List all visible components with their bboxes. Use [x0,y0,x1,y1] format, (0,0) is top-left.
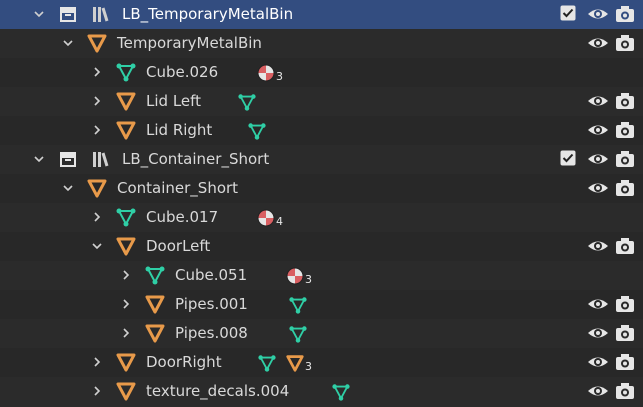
collection-box-icon [60,7,76,22]
empty-object-icon [116,92,136,111]
camera-icon[interactable] [615,178,635,198]
chevron-right-icon[interactable] [120,298,132,310]
eye-icon[interactable] [587,382,609,400]
camera-icon[interactable] [615,120,635,140]
chevron-right-icon[interactable] [91,124,103,136]
outliner-row-collection[interactable]: LB_Container_Short [0,145,643,174]
empty-object-icon [116,382,136,401]
mesh-data-icon[interactable] [257,353,277,373]
eye-icon[interactable] [587,324,609,342]
chevron-down-icon[interactable] [33,153,45,165]
chevron-right-icon[interactable] [91,95,103,107]
outliner-row-label: DoorRight [146,353,222,371]
chevron-right-icon[interactable] [91,385,103,397]
mesh-data-icon[interactable] [288,295,308,315]
mesh-data-icon[interactable] [331,382,351,402]
material-count-badge: 3 [276,70,283,83]
camera-icon[interactable] [615,4,635,24]
material-icon[interactable] [256,63,276,83]
empty-object-icon [145,324,165,343]
chevron-right-icon[interactable] [120,269,132,281]
mesh-data-icon[interactable] [247,121,267,141]
camera-icon[interactable] [615,352,635,372]
chevron-right-icon[interactable] [120,327,132,339]
material-icon[interactable] [256,208,276,228]
eye-icon[interactable] [587,34,609,52]
camera-icon[interactable] [615,91,635,111]
outliner-panel: LB_TemporaryMetalBin TemporaryMetalBin C… [0,0,643,407]
chevron-down-icon[interactable] [91,240,103,252]
chevron-right-icon[interactable] [91,66,103,78]
camera-icon[interactable] [615,149,635,169]
outliner-row-object[interactable]: Cube.017 4 [0,203,643,232]
outliner-row-label: DoorLeft [146,237,211,255]
outliner-row-label: Lid Left [146,92,202,110]
outliner-row-object[interactable]: Lid Left [0,87,643,116]
mesh-icon [145,266,165,285]
mesh-icon [116,208,136,227]
chevron-down-icon[interactable] [33,8,45,20]
empty-object-icon [87,179,107,198]
camera-icon[interactable] [615,33,635,53]
outliner-row-label: LB_Container_Short [122,150,270,168]
outliner-row-label: Pipes.008 [175,324,248,342]
outliner-row-label: TemporaryMetalBin [117,34,262,52]
outliner-row-object[interactable]: texture_decals.004 [0,377,643,407]
outliner-row-object[interactable]: Cube.026 3 [0,58,643,87]
outliner-row-label: Cube.017 [146,208,219,226]
outliner-row-object[interactable]: Pipes.001 [0,290,643,319]
checkbox-icon[interactable] [560,5,576,21]
empty-object-icon [116,353,136,372]
eye-icon[interactable] [587,295,609,313]
eye-icon[interactable] [587,121,609,139]
outliner-row-object[interactable]: DoorLeft [0,232,643,261]
mesh-icon [116,63,136,82]
empty-object-icon [116,237,136,256]
outliner-row-label: Container_Short [117,179,239,197]
chevron-right-icon[interactable] [91,356,103,368]
outliner-row-label: Lid Right [146,121,213,139]
camera-icon[interactable] [615,236,635,256]
empty-children-icon[interactable] [285,353,305,373]
outliner-row-object[interactable]: Container_Short [0,174,643,203]
outliner-row-collection[interactable]: LB_TemporaryMetalBin [0,0,643,29]
chevron-down-icon[interactable] [62,182,74,194]
library-override-icon [93,152,109,167]
eye-icon[interactable] [587,353,609,371]
eye-icon[interactable] [587,150,609,168]
outliner-row-label: LB_TemporaryMetalBin [122,5,294,23]
material-icon[interactable] [285,266,305,286]
mesh-data-icon[interactable] [237,92,257,112]
material-count-badge: 3 [305,273,312,286]
outliner-row-object[interactable]: TemporaryMetalBin [0,29,643,58]
empty-object-icon [116,121,136,140]
mesh-data-icon[interactable] [288,324,308,344]
outliner-row-label: texture_decals.004 [146,382,290,400]
checkbox-icon[interactable] [560,150,576,166]
empty-object-icon [87,34,107,53]
outliner-row-label: Cube.051 [175,266,248,284]
children-count-badge: 3 [305,360,312,373]
camera-icon[interactable] [615,323,635,343]
outliner-row-object[interactable]: Pipes.008 [0,319,643,348]
empty-object-icon [145,295,165,314]
chevron-right-icon[interactable] [91,211,103,223]
eye-icon[interactable] [587,179,609,197]
outliner-row-label: Pipes.001 [175,295,248,313]
camera-icon[interactable] [615,294,635,314]
outliner-row-label: Cube.026 [146,63,219,81]
outliner-row-object[interactable]: Cube.051 3 [0,261,643,290]
chevron-down-icon[interactable] [62,37,74,49]
camera-icon[interactable] [615,381,635,401]
material-count-badge: 4 [276,215,283,228]
outliner-row-object[interactable]: DoorRight 3 [0,348,643,377]
outliner-row-object[interactable]: Lid Right [0,116,643,145]
eye-icon[interactable] [587,92,609,110]
eye-icon[interactable] [587,237,609,255]
collection-box-icon [60,152,76,167]
library-override-icon [93,7,109,22]
eye-icon[interactable] [587,5,609,23]
